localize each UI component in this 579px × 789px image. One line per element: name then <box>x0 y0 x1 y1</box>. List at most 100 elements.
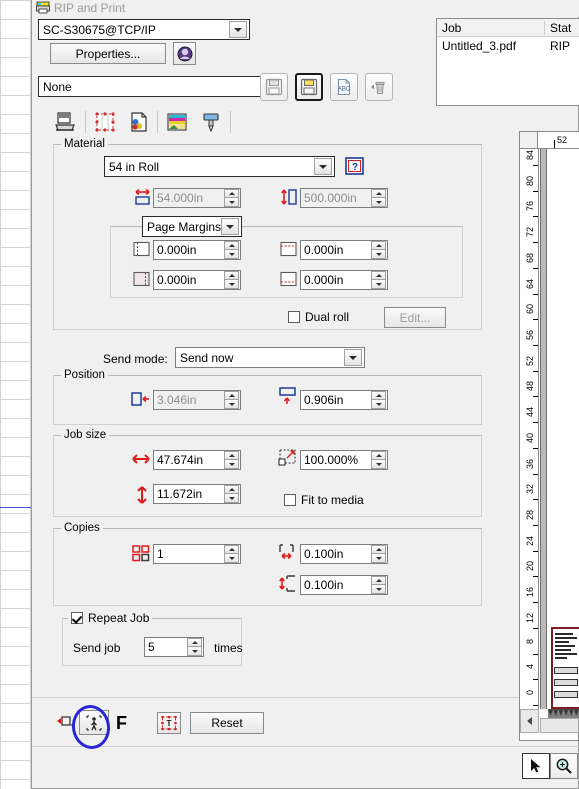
delete-preset-button[interactable] <box>365 73 393 101</box>
chevron-down-icon[interactable] <box>229 21 247 38</box>
margin-left-field[interactable]: 0.000in <box>153 240 241 260</box>
v-ruler-tickmark <box>533 216 538 218</box>
preset-combo[interactable]: None <box>38 76 286 97</box>
chevron-down-icon[interactable] <box>344 349 362 366</box>
properties-button[interactable]: Properties... <box>50 43 166 64</box>
horizontal-gap-field[interactable]: 0.100in <box>300 544 388 564</box>
v-ruler-tick-28: 28 <box>525 510 535 521</box>
dual-roll-edit-button[interactable]: Edit... <box>384 307 446 328</box>
preview-tools <box>522 753 578 781</box>
position-y-value: 0.906in <box>304 393 344 407</box>
job-width-field[interactable]: 47.674in <box>153 450 241 470</box>
vertical-ruler: 84 80 76 72 68 64 60 56 52 48 44 40 36 32 28 24 20 16 12 8 4… <box>520 149 539 709</box>
media-width-field: 54.000in <box>153 188 241 208</box>
zoom-tool-button[interactable] <box>550 753 578 779</box>
margins-mode-combo[interactable]: Page Margins <box>142 216 242 237</box>
tab-nozzle[interactable] <box>196 108 226 136</box>
job-preview-pane[interactable]: 52 84 80 76 72 68 64 60 56 52 48 44 40 36 32 28 24 20 16 1… <box>519 131 579 741</box>
margin-right-field[interactable]: 0.000in <box>153 270 241 290</box>
printer-device-combo[interactable]: SC-S30675@TCP/IP <box>38 19 250 40</box>
chevron-down-icon[interactable] <box>314 158 332 175</box>
job-list[interactable]: Job Stat Untitled_3.pdf RIP <box>436 18 579 106</box>
send-mode-combo[interactable]: Send now <box>175 347 365 368</box>
job-height-spinner[interactable] <box>224 485 239 503</box>
vertical-gap-value: 0.100in <box>304 578 344 592</box>
table-row[interactable]: Untitled_3.pdf RIP <box>437 37 579 55</box>
vertical-gap-field[interactable]: 0.100in <box>300 575 388 595</box>
printer-info-button[interactable] <box>173 42 196 65</box>
job-scale-field[interactable]: 100.000% <box>300 450 388 470</box>
v-ruler-tickmark <box>533 422 538 424</box>
copies-group: Copies <box>53 522 482 606</box>
save-preset-button[interactable] <box>260 73 288 101</box>
chevron-down-icon[interactable] <box>221 218 239 235</box>
margin-top-field[interactable]: 0.000in <box>300 240 388 260</box>
v-ruler-tick-20: 20 <box>525 561 535 572</box>
v-ruler-tick-44: 44 <box>525 407 535 418</box>
v-ruler-tick-76: 76 <box>525 201 535 212</box>
vertical-gap-spinner[interactable] <box>371 576 386 594</box>
save-as-preset-button[interactable] <box>295 73 323 101</box>
v-ruler-tick-72: 72 <box>525 227 535 238</box>
tab-layers[interactable] <box>162 108 192 136</box>
material-help-button[interactable]: ? <box>344 156 366 177</box>
send-mode-label: Send mode: <box>103 352 168 366</box>
settings-tabstrip <box>40 108 532 138</box>
v-ruler-tickmark <box>533 705 538 706</box>
job-width-spinner[interactable] <box>224 451 239 469</box>
dual-roll-checkbox[interactable]: Dual roll <box>288 310 349 324</box>
bottom-divider <box>32 697 579 698</box>
v-ruler-tickmark <box>533 396 538 398</box>
fit-to-media-checkbox[interactable]: Fit to media <box>284 493 364 507</box>
tab-print[interactable] <box>50 108 80 136</box>
margin-bottom-field[interactable]: 0.000in <box>300 270 388 290</box>
repeat-times-field[interactable]: 5 <box>144 637 204 657</box>
align-left-button[interactable] <box>56 712 78 732</box>
job-height-icon <box>137 486 147 504</box>
margin-left-spinner[interactable] <box>224 241 239 259</box>
horizontal-gap-spinner[interactable] <box>371 545 386 563</box>
nest-person-icon <box>86 714 102 731</box>
v-ruler-tickmark <box>533 473 538 475</box>
tab-cut[interactable] <box>90 108 120 136</box>
material-roll-combo[interactable]: 54 in Roll <box>104 156 335 177</box>
rename-preset-button[interactable]: ABC <box>330 73 358 101</box>
text-select-button[interactable]: T <box>157 712 181 734</box>
position-x-spinner[interactable] <box>224 391 239 409</box>
rip-and-print-dialog: RIP and Print SC-S30675@TCP/IP Propertie… <box>31 0 579 789</box>
position-y-spinner[interactable] <box>371 391 386 409</box>
reset-button[interactable]: Reset <box>190 712 264 734</box>
job-thumbnail[interactable] <box>551 627 579 709</box>
v-ruler-tick-84: 84 <box>525 150 535 161</box>
margin-top-spinner[interactable] <box>371 241 386 259</box>
checkbox-box <box>71 612 83 624</box>
copies-count-field[interactable]: 1 <box>153 544 241 564</box>
position-x-icon <box>131 392 149 406</box>
horizontal-scrollbar[interactable] <box>540 718 579 733</box>
margin-right-spinner[interactable] <box>224 271 239 289</box>
margin-bottom-spinner[interactable] <box>371 271 386 289</box>
repeat-times-spinner[interactable] <box>187 638 202 656</box>
scroll-left-button[interactable] <box>520 709 539 733</box>
preview-canvas[interactable] <box>548 149 579 709</box>
v-ruler-tick-60: 60 <box>525 304 535 315</box>
position-y-field[interactable]: 0.906in <box>300 390 388 410</box>
media-width-icon <box>135 188 150 205</box>
nest-person-button[interactable] <box>79 710 109 735</box>
tab-color[interactable] <box>124 108 154 136</box>
trash-delete-icon <box>371 82 385 94</box>
status-column-header: Stat <box>550 20 572 35</box>
save-disk-icon <box>265 78 283 96</box>
media-length-spinner[interactable] <box>371 189 386 207</box>
save-as-disk-icon <box>300 78 318 96</box>
repeat-job-checkbox[interactable]: Repeat Job <box>68 611 153 625</box>
job-height-field[interactable]: 11.672in <box>153 484 241 504</box>
job-scale-spinner[interactable] <box>371 451 386 469</box>
media-width-spinner[interactable] <box>224 189 239 207</box>
copies-count-spinner[interactable] <box>224 545 239 563</box>
send-job-label: Send job <box>73 641 121 655</box>
send-mode-value: Send now <box>180 350 234 365</box>
horizontal-gap-icon <box>279 544 294 560</box>
select-tool-button[interactable] <box>522 753 550 779</box>
position-group-label: Position <box>61 369 108 381</box>
